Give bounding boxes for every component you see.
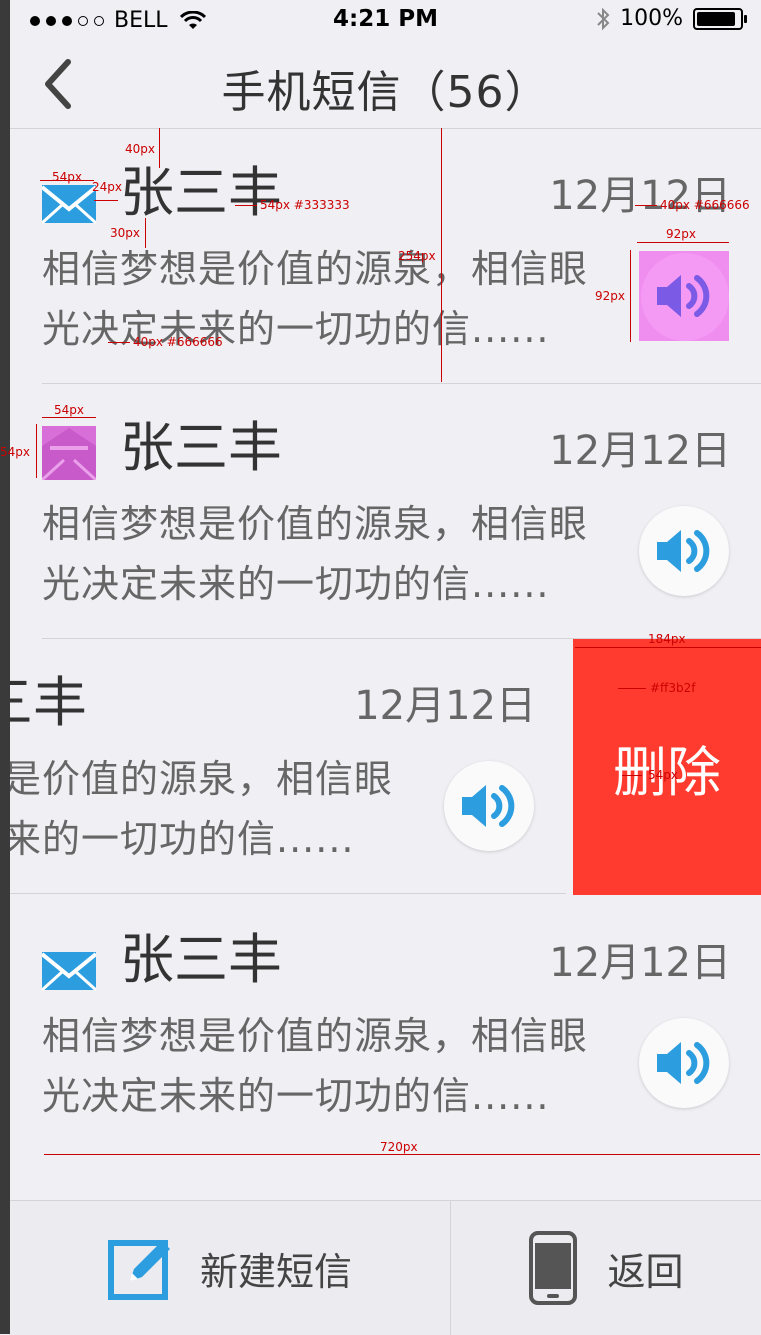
compose-icon — [107, 1240, 170, 1300]
envelope-open-icon — [42, 426, 96, 480]
speaker-icon — [657, 530, 710, 572]
message-item-swiped[interactable]: 张三丰 12月12日 相信梦想是价值的源泉，相信眼 光决定未来的一切功的信...… — [10, 639, 761, 895]
annotation-label: 24px — [92, 180, 122, 194]
annotation-label: 54px — [52, 170, 82, 184]
message-preview: 相信梦想是价值的源泉，相信眼 光决定未来的一切功的信...... — [42, 494, 622, 614]
annotation-line — [622, 775, 642, 776]
sender-name: 张三丰 — [10, 671, 87, 734]
annotation-label: 30px — [110, 226, 140, 240]
annotation-line — [44, 1154, 760, 1155]
annotation-line — [145, 218, 146, 248]
message-date: 12月12日 — [549, 940, 731, 986]
preview-line: 相信梦想是价值的源泉，相信眼 — [42, 1014, 589, 1058]
annotation-line — [159, 128, 160, 168]
annotation-label: 54px — [0, 445, 30, 459]
message-preview: 相信梦想是价值的源泉，相信眼 光决定未来的一切功的信...... — [10, 749, 427, 869]
preview-line: 光决定未来的一切功的信...... — [42, 307, 550, 351]
status-bar: BELL 4:21 PM 100% — [10, 0, 761, 40]
new-message-button[interactable]: 新建短信 — [10, 1201, 450, 1335]
annotation-line — [108, 342, 130, 343]
preview-line: 光决定未来的一切功的信...... — [42, 1074, 550, 1118]
preview-line: 相信梦想是价值的源泉，相信眼 — [42, 247, 589, 291]
speaker-icon — [657, 1042, 710, 1084]
annotation-line — [94, 200, 118, 201]
voice-play-button[interactable] — [639, 1018, 729, 1108]
annotation-label: 92px — [595, 289, 625, 303]
left-edge-bar — [0, 0, 10, 1334]
annotation-label: 184px — [648, 632, 686, 646]
voice-play-button[interactable] — [639, 251, 729, 341]
annotation-line — [441, 128, 442, 382]
phone-icon — [529, 1231, 578, 1305]
battery-icon — [693, 7, 747, 30]
annotation-line — [635, 205, 657, 206]
annotation-line — [618, 688, 646, 689]
annotation-line — [630, 250, 631, 342]
annotation-label: 254px — [398, 249, 436, 263]
new-message-label: 新建短信 — [199, 1249, 352, 1294]
voice-play-button[interactable] — [639, 506, 729, 596]
sender-name: 张三丰 — [120, 161, 282, 224]
message-list: 张三丰 12月12日 相信梦想是价值的源泉，相信眼 光决定未来的一切功的信...… — [10, 129, 761, 1200]
back-button[interactable]: 返回 — [450, 1201, 761, 1335]
message-item[interactable]: 张三丰 12月12日 相信梦想是价值的源泉，相信眼 光决定未来的一切功的信...… — [10, 384, 761, 639]
message-item[interactable]: 张三丰 12月12日 相信梦想是价值的源泉，相信眼 光决定未来的一切功的信...… — [10, 896, 761, 1151]
envelope-icon — [42, 185, 96, 225]
message-date: 12月12日 — [354, 683, 536, 729]
row-divider — [10, 893, 566, 894]
message-preview: 相信梦想是价值的源泉，相信眼 光决定未来的一切功的信...... — [42, 239, 622, 359]
preview-line: 光决定未来的一切功的信...... — [10, 817, 355, 861]
page-title: 手机短信（56） — [221, 67, 550, 118]
speaker-icon — [462, 785, 515, 827]
voice-play-button[interactable] — [444, 761, 534, 851]
annotation-line — [36, 424, 37, 478]
annotation-label: 40px #666666 — [133, 335, 223, 349]
bottom-toolbar: 新建短信 返回 — [10, 1200, 761, 1335]
message-date: 12月12日 — [549, 173, 731, 219]
annotation-label: 40px — [125, 142, 155, 156]
preview-line: 相信梦想是价值的源泉，相信眼 — [10, 757, 394, 801]
preview-line: 光决定未来的一切功的信...... — [42, 562, 550, 606]
battery-percent: 100% — [620, 6, 683, 31]
bluetooth-icon — [597, 7, 610, 30]
sender-name: 张三丰 — [120, 416, 282, 479]
annotation-label: 92px — [666, 227, 696, 241]
annotation-label: #ff3b2f — [650, 681, 696, 695]
speaker-icon — [657, 275, 710, 317]
message-preview: 相信梦想是价值的源泉，相信眼 光决定未来的一切功的信...... — [42, 1006, 622, 1126]
annotation-label: 54px — [648, 768, 678, 782]
sender-name: 张三丰 — [120, 928, 282, 991]
annotation-label: 40px #666666 — [660, 198, 750, 212]
annotation-label: 720px — [380, 1140, 418, 1154]
status-right: 100% — [596, 6, 747, 31]
annotation-label: 54px #333333 — [260, 198, 350, 212]
preview-line: 相信梦想是价值的源泉，相信眼 — [42, 502, 589, 546]
annotation-line — [575, 647, 761, 648]
envelope-icon — [42, 952, 96, 992]
annotation-line — [637, 242, 729, 243]
annotation-line — [42, 417, 96, 418]
annotation-label: 54px — [54, 403, 84, 417]
delete-button[interactable]: 删除 — [573, 639, 761, 895]
nav-bar: 手机短信（56） — [10, 40, 761, 129]
message-date: 12月12日 — [549, 428, 731, 474]
annotation-line — [235, 205, 257, 206]
message-item[interactable]: 张三丰 12月12日 相信梦想是价值的源泉，相信眼 光决定未来的一切功的信...… — [10, 129, 761, 384]
back-label: 返回 — [607, 1249, 684, 1294]
